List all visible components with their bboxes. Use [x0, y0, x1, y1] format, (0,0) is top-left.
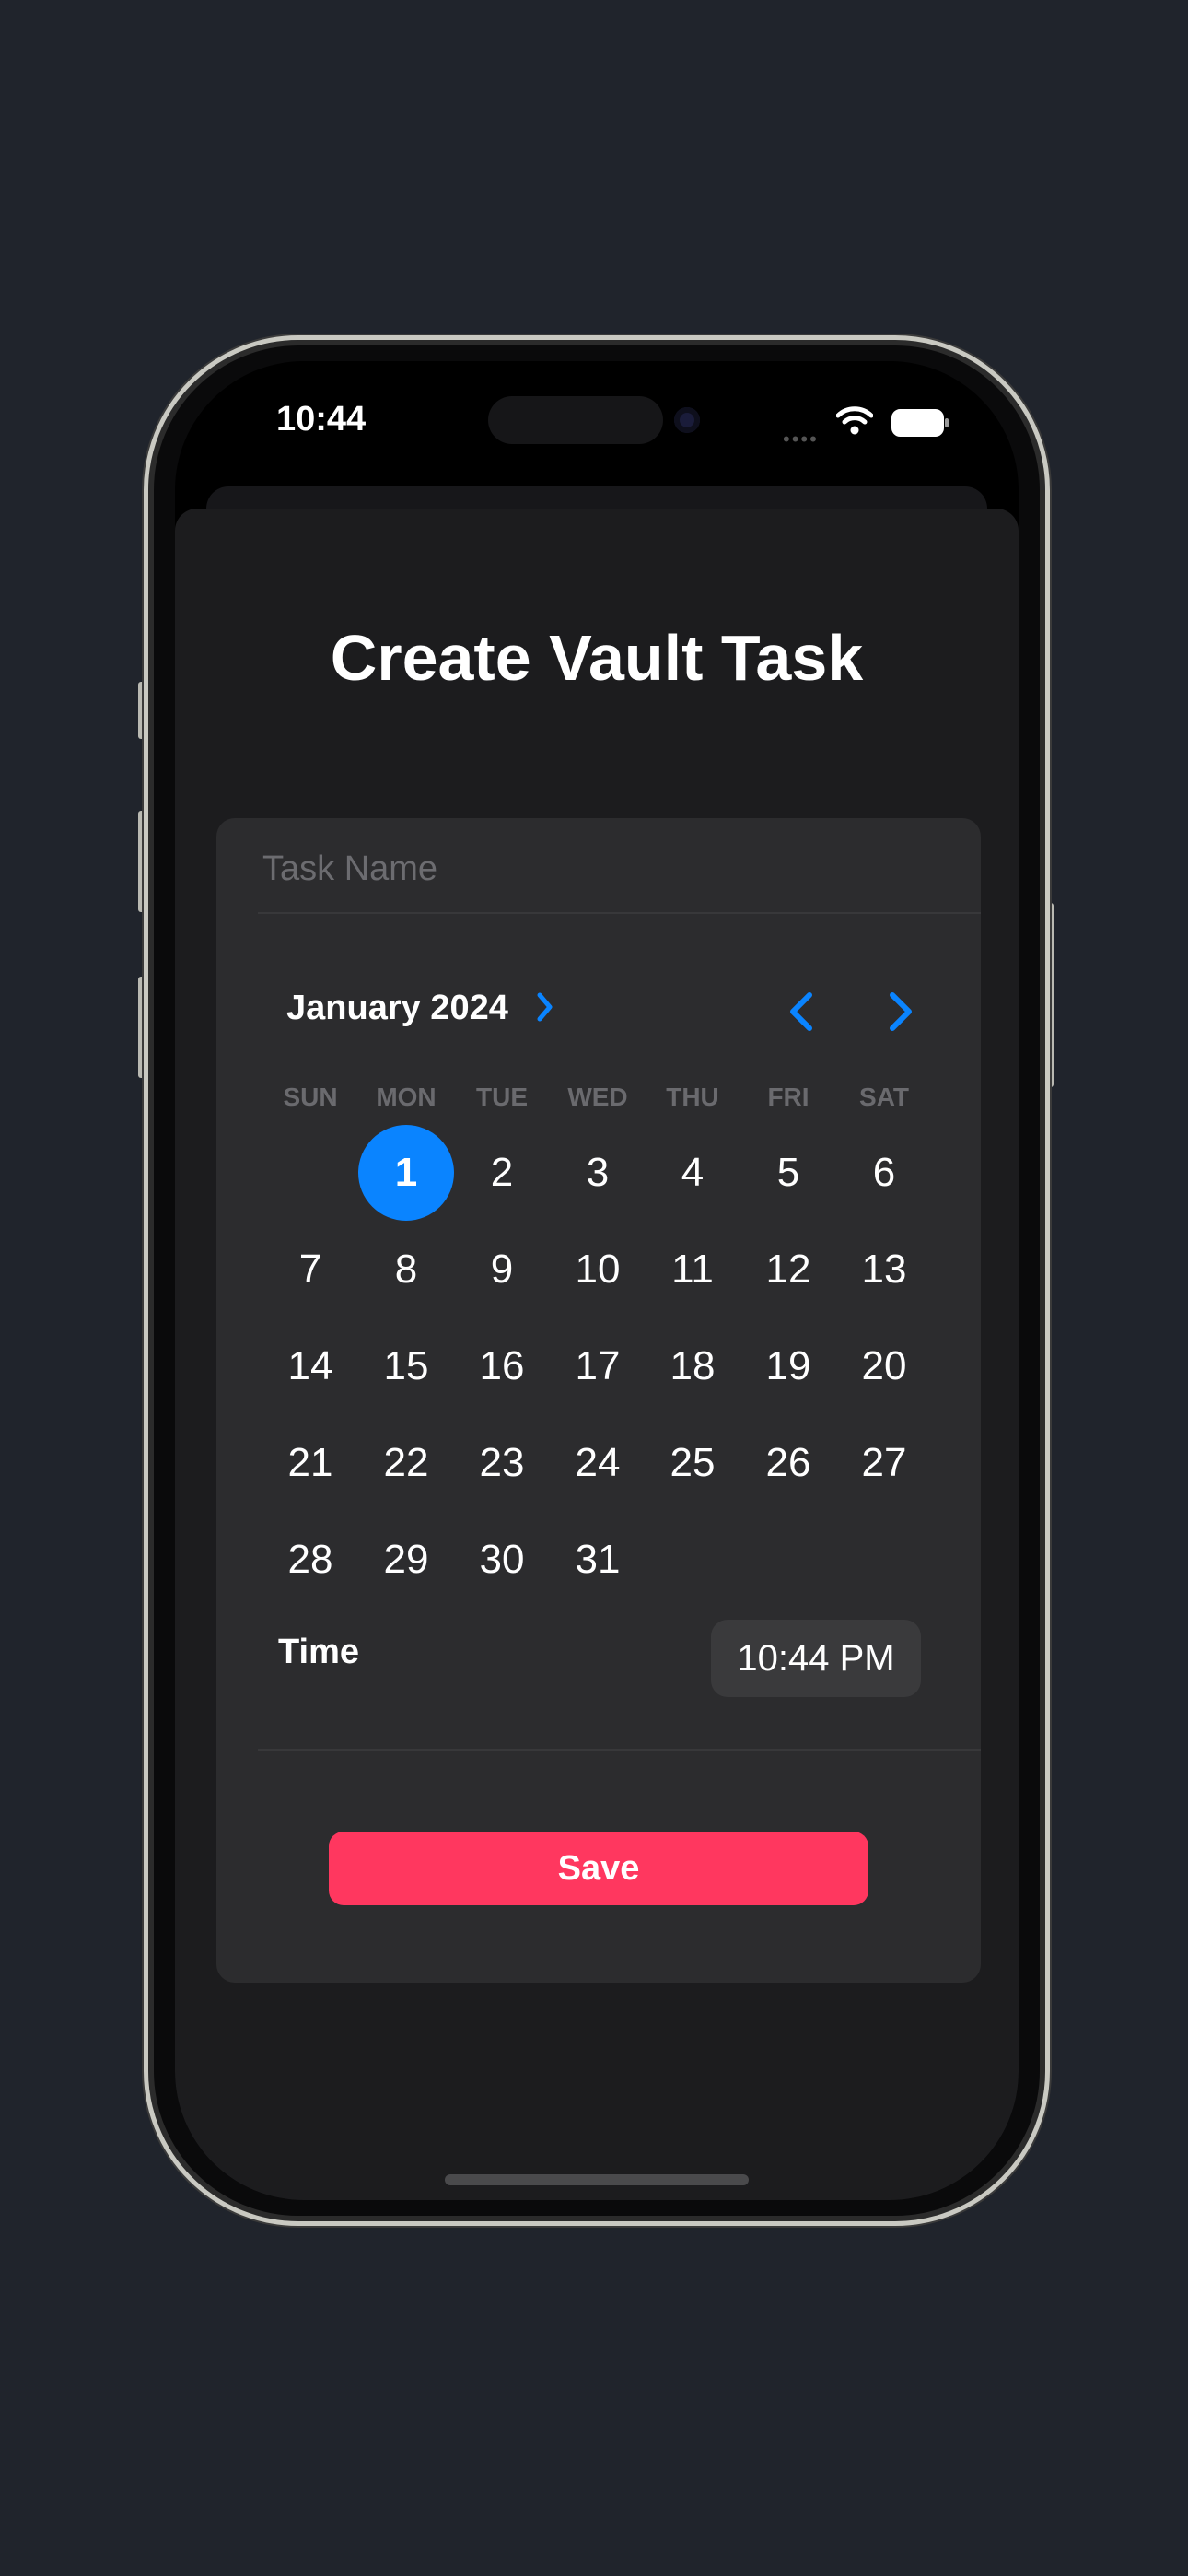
calendar-day[interactable]: 7: [262, 1222, 358, 1317]
calendar-day[interactable]: 8: [358, 1222, 454, 1317]
calendar-day[interactable]: 21: [262, 1415, 358, 1511]
phone-screen: 10:44 •••• Create Vault Task January 202…: [175, 361, 1019, 2200]
calendar-day[interactable]: 25: [645, 1415, 740, 1511]
weekday-sat: SAT: [859, 1083, 909, 1111]
calendar-day[interactable]: 11: [645, 1222, 740, 1317]
calendar-day[interactable]: 24: [550, 1415, 646, 1511]
weekday-wed: WED: [567, 1083, 628, 1111]
battery-icon: [891, 409, 949, 437]
calendar-day[interactable]: 3: [550, 1125, 646, 1221]
calendar-day[interactable]: 5: [740, 1125, 836, 1221]
month-year-label[interactable]: January 2024: [286, 989, 508, 1028]
calendar-day[interactable]: 17: [550, 1318, 646, 1414]
calendar-day[interactable]: 12: [740, 1222, 836, 1317]
calendar-day[interactable]: 18: [645, 1318, 740, 1414]
camera-icon: [674, 407, 700, 433]
weekday-tue: TUE: [476, 1083, 528, 1111]
time-picker-button[interactable]: 10:44 PM: [711, 1620, 921, 1697]
calendar-day[interactable]: 2: [454, 1125, 550, 1221]
calendar-day[interactable]: 31: [550, 1512, 646, 1608]
status-bar-time: 10:44: [276, 400, 367, 439]
calendar-day-selected[interactable]: 1: [358, 1125, 454, 1221]
weekday-sun: SUN: [283, 1083, 338, 1111]
calendar-day[interactable]: 20: [836, 1318, 932, 1414]
previous-month-button[interactable]: [775, 984, 830, 1039]
calendar-day[interactable]: 10: [550, 1222, 646, 1317]
create-task-sheet: Create Vault Task January 2024 SUN MON TUE…: [175, 509, 1019, 2200]
dynamic-island: [488, 396, 663, 444]
calendar-day[interactable]: 9: [454, 1222, 550, 1317]
form-divider: [258, 1749, 981, 1751]
home-indicator: [445, 2174, 749, 2185]
task-form-card: January 2024 SUNMONTUEWEDTHUFRISAT 12345…: [216, 818, 981, 1983]
calendar-day[interactable]: 29: [358, 1512, 454, 1608]
time-label: Time: [278, 1633, 360, 1671]
save-button[interactable]: Save: [329, 1832, 868, 1905]
weekday-fri: FRI: [767, 1083, 809, 1111]
calendar-day[interactable]: 15: [358, 1318, 454, 1414]
calendar-day[interactable]: 14: [262, 1318, 358, 1414]
calendar-day[interactable]: 4: [645, 1125, 740, 1221]
calendar-day[interactable]: 23: [454, 1415, 550, 1511]
calendar-day[interactable]: 26: [740, 1415, 836, 1511]
next-month-button[interactable]: [872, 984, 927, 1039]
weekday-mon: MON: [376, 1083, 437, 1111]
wifi-icon: [836, 406, 873, 435]
chevron-right-icon[interactable]: [535, 990, 555, 1024]
chevron-right-icon: [890, 992, 912, 1031]
weekday-thu: THU: [666, 1083, 719, 1111]
form-divider: [258, 912, 981, 914]
calendar-day[interactable]: 27: [836, 1415, 932, 1511]
chevron-left-icon: [790, 992, 812, 1031]
calendar-day[interactable]: 30: [454, 1512, 550, 1608]
calendar-day[interactable]: 28: [262, 1512, 358, 1608]
page-title: Create Vault Task: [330, 622, 864, 694]
calendar-day[interactable]: 19: [740, 1318, 836, 1414]
signal-icon: ••••: [783, 427, 819, 451]
task-name-input[interactable]: [261, 840, 964, 897]
calendar-day[interactable]: 16: [454, 1318, 550, 1414]
calendar-day[interactable]: 13: [836, 1222, 932, 1317]
calendar-day[interactable]: 6: [836, 1125, 932, 1221]
calendar-day[interactable]: 22: [358, 1415, 454, 1511]
